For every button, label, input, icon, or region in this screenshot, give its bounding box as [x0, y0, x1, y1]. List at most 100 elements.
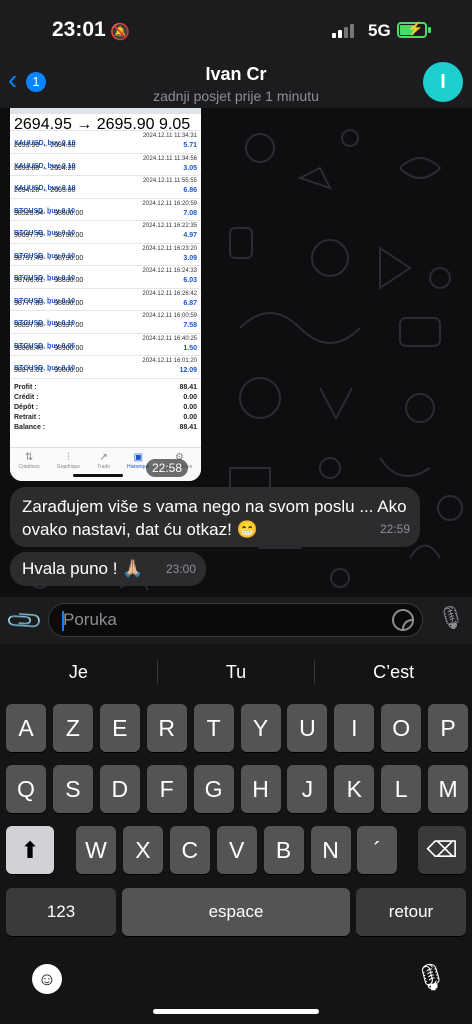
suggestion[interactable]: C’est [315, 644, 472, 700]
summary-label: Retrait : [14, 413, 41, 421]
composer: 📎 🎙 [0, 597, 472, 644]
suggestion[interactable]: Je [0, 644, 157, 700]
trade-prices: 2694.28 → 2695.00 [14, 187, 76, 194]
sticker-icon[interactable] [392, 609, 414, 631]
status-bar: 23:01 🔕 5G ⚡ [0, 0, 472, 56]
chat-area[interactable]: 2694.95 → 2695.90 9.05 XAUUSD, buy 0.10 2… [0, 108, 472, 597]
summary-value: 0.00 [183, 393, 197, 401]
trade-date: 2024.12.11 11:34:56 [142, 155, 197, 162]
message-input[interactable] [49, 604, 379, 636]
microphone-icon[interactable]: 🎙 [437, 605, 465, 631]
key[interactable]: I [334, 704, 375, 752]
key[interactable]: A [6, 704, 46, 752]
key[interactable]: V [216, 826, 257, 874]
key[interactable]: B [263, 826, 304, 874]
key[interactable]: E [99, 704, 140, 752]
avatar[interactable]: I [423, 62, 463, 102]
trade-profit: 6.03 [183, 277, 197, 284]
key[interactable]: P [428, 704, 469, 752]
suggestion-bar: Je Tu C’est [0, 644, 472, 700]
key[interactable]: T [193, 704, 234, 752]
key[interactable]: Q [6, 765, 46, 813]
return-key[interactable]: retour [356, 888, 466, 936]
summary-value: 0.00 [183, 403, 197, 411]
key[interactable]: N [310, 826, 351, 874]
trade-prices: 2693.90 → 2694.50 [14, 142, 76, 149]
trade-prices: 98757.49 → 98790.00 [14, 254, 84, 262]
paperclip-icon[interactable]: 📎 [4, 601, 46, 643]
microphone-icon[interactable]: 🎙 [414, 962, 447, 993]
trade-row: XAUUSD, buy 0.10 2024.12.11 11:55:55 2694.… [10, 176, 201, 199]
chat-title[interactable]: Ivan Cr [0, 64, 472, 85]
numbers-key[interactable]: 123 [6, 888, 116, 936]
trade-prices: 98697.79 → 98750.00 [14, 232, 84, 239]
trade-row: XAUUSD, buy 0.10 2024.12.11 11:34:31 2693.… [10, 131, 201, 154]
trade-prices: 98777.83 → 98850.00 [14, 299, 84, 307]
summary-row: Retrait : 0.00 [14, 413, 197, 423]
trade-profit: 12.09 [179, 367, 197, 374]
message-bubble[interactable]: Hvala puno ! 🙏🏼 23:00 [10, 552, 206, 586]
clock: 23:01 [52, 18, 106, 41]
space-key[interactable]: espace [122, 888, 350, 936]
trade-row: BTCUSD, buy 0.10 2024.12.11 16:22:35 98697… [10, 221, 201, 244]
trade-row: BTCUSD, buy 0.10 2024.12.11 16:24:33 98766… [10, 266, 201, 289]
trade-profit: 4.97 [183, 232, 197, 239]
summary-row: Dépôt : 0.00 [14, 403, 197, 413]
message-field[interactable] [48, 603, 423, 637]
key[interactable]: J [287, 765, 328, 813]
key[interactable]: W [76, 826, 116, 874]
key[interactable]: X [122, 826, 163, 874]
trade-row: BTCUSD, buy 0.10 2024.12.11 16:00:59 98857… [10, 311, 201, 334]
trade-list: XAUUSD, buy 0.10 2024.12.11 11:34:31 2693.… [10, 131, 201, 379]
trade-profit: 6.87 [183, 299, 197, 307]
key[interactable]: G [193, 765, 234, 813]
keyboard: Je Tu C’est A Z E R T Y U I O P Q S D F G H J K L M W X C V B N ´ … [0, 644, 472, 1024]
trade-prices: 2693.88 → 2694.20 [14, 164, 76, 172]
trade-row: BTCUSD, buy 0.10 2024.12.11 16:20:59 98525… [10, 199, 201, 221]
trade-prices: 98857.38 → 98937.00 [14, 322, 84, 329]
account-summary: Profit : 88.41 Crédit :0.00 Dépôt :0.00 Retr… [10, 379, 201, 437]
image-message[interactable]: 2694.95 → 2695.90 9.05 XAUUSD, buy 0.10 2… [10, 108, 201, 481]
trade-date: 2024.12.11 16:26:42 [142, 290, 197, 297]
trade-profit: 6.86 [183, 187, 197, 194]
key[interactable]: Y [240, 704, 281, 752]
summary-value: 88.41 [179, 423, 197, 431]
summary-value: 88.41 [179, 383, 197, 391]
key[interactable]: S [52, 765, 93, 813]
message-time: 23:00 [165, 562, 196, 576]
summary-label: Profit : [14, 383, 37, 391]
key[interactable]: R [146, 704, 187, 752]
trade-prices: 98868.40 → 98900.00 [14, 344, 84, 352]
bell-slash-icon: 🔕 [110, 24, 130, 41]
backspace-icon[interactable]: ⌫ [418, 826, 466, 874]
key[interactable]: C [169, 826, 210, 874]
home-indicator [153, 1009, 319, 1014]
shift-icon[interactable]: ⬆ [6, 826, 54, 874]
text-caret [62, 611, 64, 631]
app-tab-icon: ↗ [99, 452, 108, 463]
app-tab-label: Cotations [18, 464, 40, 470]
key[interactable]: D [99, 765, 140, 813]
message-bubble[interactable]: Zarađujem više s vama nego na svom poslu… [10, 487, 420, 547]
key[interactable]: H [240, 765, 281, 813]
key[interactable]: ´ [357, 826, 398, 874]
key[interactable]: K [334, 765, 375, 813]
key[interactable]: O [381, 704, 422, 752]
battery-tip [428, 27, 431, 33]
key[interactable]: F [146, 765, 187, 813]
summary-row: Crédit : 0.00 [14, 393, 197, 403]
key[interactable]: U [287, 704, 328, 752]
key[interactable]: M [428, 765, 469, 813]
trade-date: 2024.12.11 16:01:20 [142, 358, 197, 364]
key[interactable]: Z [52, 704, 93, 752]
suggestion[interactable]: Tu [158, 644, 315, 700]
message-time: 22:58 [146, 459, 189, 477]
app-tab-icon: ⇅ [24, 452, 34, 463]
app-tab-icon: ⫶ [67, 452, 70, 463]
message-text: Hvala puno ! 🙏🏼 [22, 559, 144, 578]
emoji-icon[interactable]: ☺ [32, 964, 62, 994]
trade-row: BTCUSD, buy 0.10 2024.12.11 16:26:42 98777… [10, 289, 201, 311]
home-indicator [73, 474, 123, 477]
key[interactable]: L [381, 765, 422, 813]
trade-prices: 98525.54 → 98600.00 [14, 209, 84, 217]
